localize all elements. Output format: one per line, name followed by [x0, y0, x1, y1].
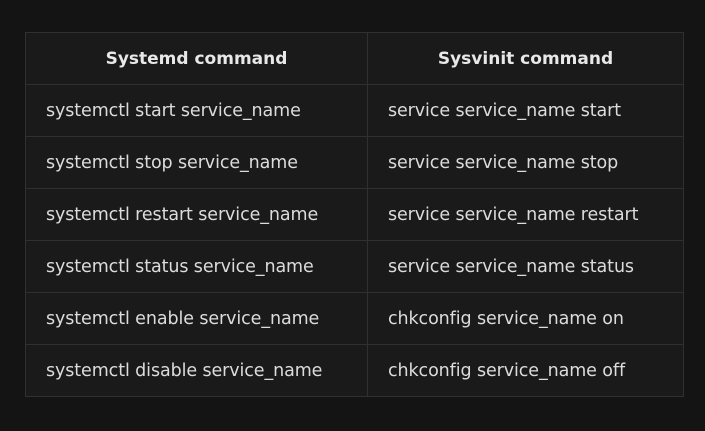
sysvinit-command-cell: service service_name stop	[367, 136, 684, 189]
command-comparison-table-container: Systemd command Sysvinit command systemc…	[25, 32, 684, 397]
sysvinit-command-cell: chkconfig service_name on	[367, 292, 684, 345]
table-body: systemctl start service_name service ser…	[25, 84, 684, 397]
header-row: Systemd command Sysvinit command	[25, 32, 684, 85]
table-row: systemctl status service_name service se…	[25, 240, 684, 293]
sysvinit-command-cell: service service_name start	[367, 84, 684, 137]
table-row: systemctl stop service_name service serv…	[25, 136, 684, 189]
systemd-command-cell: systemctl restart service_name	[25, 188, 368, 241]
systemd-command-cell: systemctl enable service_name	[25, 292, 368, 345]
sysvinit-command-cell: chkconfig service_name off	[367, 344, 684, 397]
table-row: systemctl enable service_name chkconfig …	[25, 292, 684, 345]
column-header-sysvinit: Sysvinit command	[367, 32, 684, 85]
column-header-systemd: Systemd command	[25, 32, 368, 85]
sysvinit-command-cell: service service_name restart	[367, 188, 684, 241]
command-comparison-table: Systemd command Sysvinit command systemc…	[25, 32, 684, 397]
table-row: systemctl start service_name service ser…	[25, 84, 684, 137]
systemd-command-cell: systemctl stop service_name	[25, 136, 368, 189]
table-row: systemctl disable service_name chkconfig…	[25, 344, 684, 397]
sysvinit-command-cell: service service_name status	[367, 240, 684, 293]
table-header: Systemd command Sysvinit command	[25, 32, 684, 85]
systemd-command-cell: systemctl status service_name	[25, 240, 368, 293]
systemd-command-cell: systemctl start service_name	[25, 84, 368, 137]
table-row: systemctl restart service_name service s…	[25, 188, 684, 241]
systemd-command-cell: systemctl disable service_name	[25, 344, 368, 397]
